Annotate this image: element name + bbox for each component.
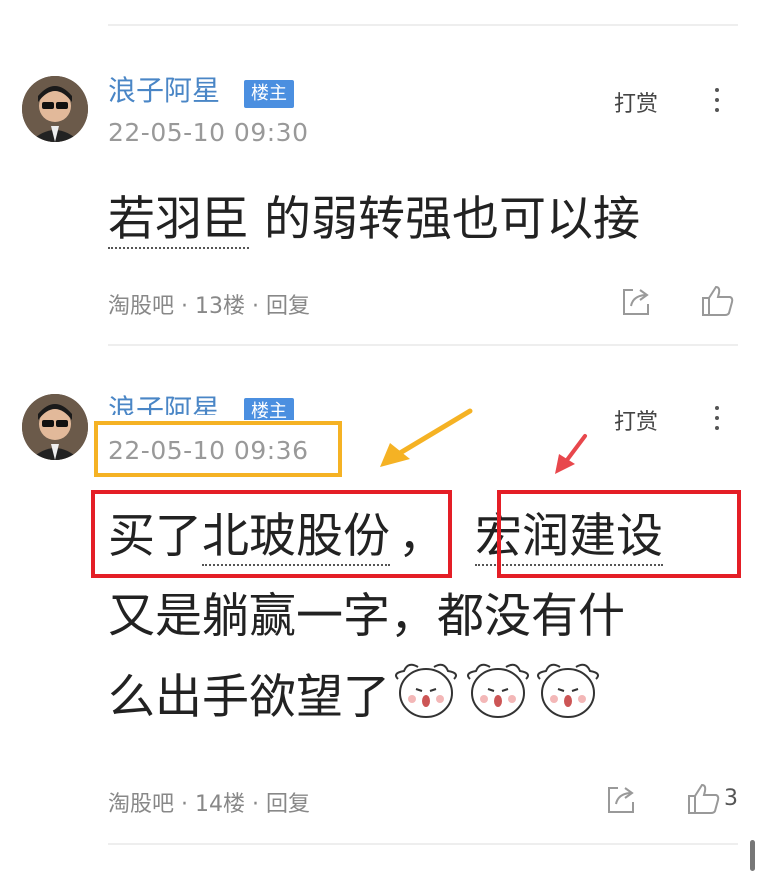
avatar[interactable] <box>22 394 88 460</box>
like-count: 3 <box>724 786 738 811</box>
time-highlight-box <box>94 421 342 477</box>
more-vertical-icon[interactable] <box>710 406 724 436</box>
reward-button[interactable]: 打赏 <box>614 404 658 436</box>
more-vertical-icon[interactable] <box>710 88 724 118</box>
share-icon[interactable] <box>604 782 638 820</box>
post-meta[interactable]: 淘股吧 · 13楼 · 回复 <box>108 288 310 320</box>
author-name[interactable]: 浪子阿星 <box>108 74 220 108</box>
red-arrow-annotation <box>555 434 587 474</box>
op-badge: 楼主 <box>244 80 294 108</box>
stock-highlight-box <box>91 490 452 578</box>
top-divider <box>108 24 738 26</box>
sheep-emoji-icon <box>392 657 604 744</box>
stock-link[interactable]: 若羽臣 <box>108 192 249 249</box>
yellow-arrow-annotation <box>380 408 473 467</box>
stock-highlight-box <box>497 490 741 578</box>
post-content: 若羽臣 的弱转强也可以接 <box>108 192 640 249</box>
thumbs-up-icon[interactable] <box>700 284 736 322</box>
thumbs-up-icon[interactable] <box>686 782 722 820</box>
post-meta[interactable]: 淘股吧 · 14楼 · 回复 <box>108 786 310 818</box>
scrollbar[interactable] <box>750 840 755 871</box>
reward-button[interactable]: 打赏 <box>614 86 658 118</box>
post-time: 22-05-10 09:30 <box>108 118 309 147</box>
post-divider <box>108 344 738 346</box>
avatar[interactable] <box>22 76 88 142</box>
post-divider <box>108 843 738 845</box>
share-icon[interactable] <box>619 284 653 322</box>
